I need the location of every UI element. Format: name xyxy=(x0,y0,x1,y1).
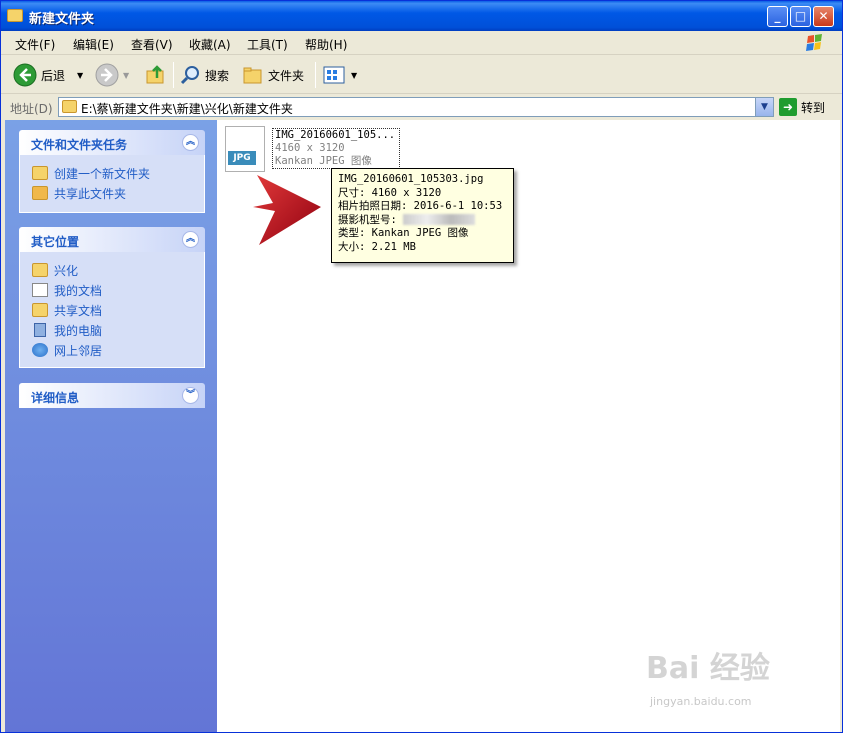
go-label: 转到 xyxy=(801,100,826,115)
task-share-folder[interactable]: 共享此文件夹 xyxy=(32,183,204,203)
task-label: 共享此文件夹 xyxy=(54,186,127,201)
places-panel-body: 兴化 我的文档 共享文档 我的电脑 网上邻居 xyxy=(19,252,205,368)
place-xinghua[interactable]: 兴化 xyxy=(32,260,204,280)
tasks-panel-header[interactable]: 文件和文件夹任务 ︽ xyxy=(19,130,205,155)
forward-arrow-icon xyxy=(95,63,119,87)
address-path: E:\蔡\新建文件夹\新建\兴化\新建文件夹 xyxy=(81,102,293,116)
details-panel-title: 详细信息 xyxy=(31,391,80,405)
tooltip-filename: IMG_20160601_105303.jpg xyxy=(338,173,484,185)
place-shared-documents[interactable]: 共享文档 xyxy=(32,300,204,320)
address-bar: 地址(D) E:\蔡\新建文件夹\新建\兴化\新建文件夹 ▼ ➜ 转到 xyxy=(1,95,842,119)
task-pane: 文件和文件夹任务 ︽ 创建一个新文件夹 共享此文件夹 其它位置 ︽ 兴化 我的文… xyxy=(5,120,217,732)
menu-view[interactable]: 查看(V) xyxy=(131,36,173,53)
toolbar: 后退 ▼ ▼ 搜索 文件夹 ▼ xyxy=(1,56,842,94)
toolbar-separator xyxy=(173,62,174,88)
tooltip-camera: 摄影机型号: xyxy=(338,214,507,228)
address-label: 地址(D) xyxy=(10,102,53,116)
task-label: 创建一个新文件夹 xyxy=(54,166,151,181)
window-title: 新建文件夹 xyxy=(29,12,95,27)
search-label: 搜索 xyxy=(205,68,230,83)
minimize-button[interactable]: _ xyxy=(767,6,788,27)
blurred-value xyxy=(403,214,476,225)
back-dropdown-icon[interactable]: ▼ xyxy=(77,71,83,80)
menu-help[interactable]: 帮助(H) xyxy=(305,36,347,53)
share-folder-icon xyxy=(32,186,48,200)
maximize-button[interactable]: □ xyxy=(790,6,811,27)
up-folder-icon xyxy=(146,65,164,84)
address-input[interactable]: E:\蔡\新建文件夹\新建\兴化\新建文件夹 ▼ xyxy=(58,97,774,117)
place-label: 我的文档 xyxy=(54,283,103,298)
folder-icon xyxy=(62,100,77,113)
menu-edit[interactable]: 编辑(E) xyxy=(73,36,114,53)
places-panel: 其它位置 ︽ 兴化 我的文档 共享文档 我的电脑 网上邻居 xyxy=(19,227,205,368)
menu-favorites[interactable]: 收藏(A) xyxy=(189,36,231,53)
file-tooltip: IMG_20160601_105303.jpg 尺寸: 4160 x 3120 … xyxy=(331,168,514,263)
file-dimensions: 4160 x 3120 xyxy=(275,142,345,154)
file-name: IMG_20160601_105... xyxy=(275,129,396,141)
red-arrow-annotation xyxy=(253,175,321,245)
tooltip-filesize: 大小: 2.21 MB xyxy=(338,240,416,253)
folder-icon xyxy=(32,263,48,277)
windows-logo-icon xyxy=(806,34,822,51)
jpg-file-icon: JPG xyxy=(225,126,265,172)
baidu-watermark: Bai 经验 jingyan.baidu.com xyxy=(646,643,770,708)
tooltip-type: 类型: Kankan JPEG 图像 xyxy=(338,227,469,239)
search-icon xyxy=(180,66,199,85)
menu-tools[interactable]: 工具(T) xyxy=(247,36,288,53)
folder-icon xyxy=(7,9,23,22)
views-dropdown-icon[interactable]: ▼ xyxy=(351,71,357,80)
forward-dropdown-icon[interactable]: ▼ xyxy=(123,71,129,80)
shared-folder-icon xyxy=(32,303,48,317)
tasks-panel-body: 创建一个新文件夹 共享此文件夹 xyxy=(19,155,205,213)
place-label: 兴化 xyxy=(54,263,79,278)
folders-button[interactable]: 文件夹 xyxy=(242,63,304,87)
tasks-panel-title: 文件和文件夹任务 xyxy=(31,138,128,152)
title-bar[interactable]: 新建文件夹 _ □ ✕ xyxy=(1,1,842,31)
tasks-panel: 文件和文件夹任务 ︽ 创建一个新文件夹 共享此文件夹 xyxy=(19,130,205,213)
close-button[interactable]: ✕ xyxy=(813,6,834,27)
back-arrow-icon xyxy=(13,63,37,87)
search-button[interactable]: 搜索 xyxy=(179,63,229,87)
go-arrow-icon: ➜ xyxy=(779,98,797,116)
place-network[interactable]: 网上邻居 xyxy=(32,340,204,360)
collapse-icon[interactable]: ︽ xyxy=(182,231,199,248)
my-documents-icon xyxy=(32,283,48,297)
watermark-url: jingyan.baidu.com xyxy=(650,695,752,708)
back-button[interactable]: 后退 ▼ xyxy=(13,63,83,87)
place-my-computer[interactable]: 我的电脑 xyxy=(32,320,204,340)
views-button[interactable]: ▼ xyxy=(323,63,357,87)
computer-icon xyxy=(34,323,46,337)
network-globe-icon xyxy=(32,343,48,357)
watermark-main: Bai 经验 xyxy=(646,651,770,686)
up-folder-button[interactable] xyxy=(145,63,167,87)
place-label: 共享文档 xyxy=(54,303,103,318)
go-button[interactable]: ➜ 转到 xyxy=(779,98,825,116)
menu-bar: 文件(F) 编辑(E) 查看(V) 收藏(A) 工具(T) 帮助(H) xyxy=(1,31,842,55)
task-new-folder[interactable]: 创建一个新文件夹 xyxy=(32,163,204,183)
folders-label: 文件夹 xyxy=(268,68,305,83)
forward-button[interactable]: ▼ xyxy=(95,63,129,87)
details-panel-header[interactable]: 详细信息 ︾ xyxy=(19,383,205,408)
jpg-badge: JPG xyxy=(228,151,256,165)
expand-icon[interactable]: ︾ xyxy=(182,387,199,404)
address-dropdown-icon[interactable]: ▼ xyxy=(755,98,773,116)
places-panel-title: 其它位置 xyxy=(31,235,80,249)
toolbar-separator xyxy=(315,62,316,88)
explorer-window: 新建文件夹 _ □ ✕ 文件(F) 编辑(E) 查看(V) 收藏(A) 工具(T… xyxy=(0,0,843,733)
details-panel: 详细信息 ︾ xyxy=(19,383,205,408)
back-label: 后退 xyxy=(41,68,66,83)
place-label: 网上邻居 xyxy=(54,343,103,358)
collapse-icon[interactable]: ︽ xyxy=(182,134,199,151)
place-my-documents[interactable]: 我的文档 xyxy=(32,280,204,300)
new-folder-icon xyxy=(32,166,48,180)
menu-file[interactable]: 文件(F) xyxy=(15,36,55,53)
folders-icon xyxy=(243,67,262,84)
tooltip-dimensions: 尺寸: 4160 x 3120 xyxy=(338,186,442,199)
views-icon xyxy=(323,66,345,84)
places-panel-header[interactable]: 其它位置 ︽ xyxy=(19,227,205,252)
tooltip-date: 相片拍照日期: 2016-6-1 10:53 xyxy=(338,200,503,212)
place-label: 我的电脑 xyxy=(54,323,103,338)
file-type: Kankan JPEG 图像 xyxy=(275,155,372,167)
file-label: IMG_20160601_105... 4160 x 3120 Kankan J… xyxy=(272,128,400,169)
